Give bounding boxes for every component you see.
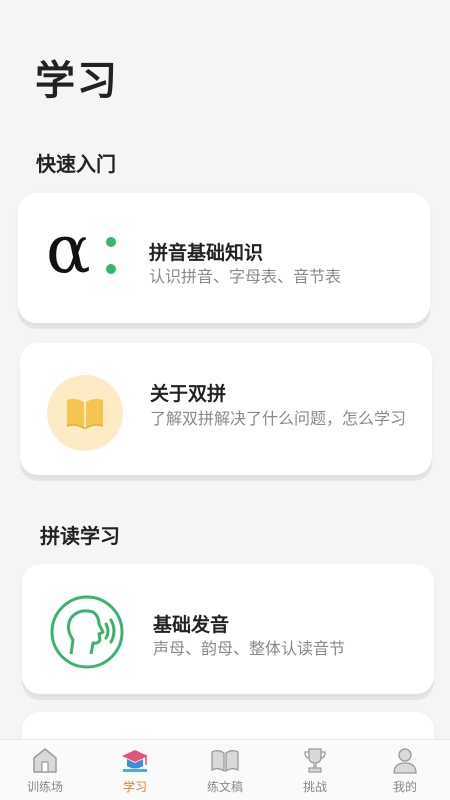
card-desc: 了解双拼解决了什么问题，怎么学习 bbox=[150, 409, 407, 428]
graduation-cap-icon bbox=[120, 745, 150, 775]
bottom-tab-bar: 训练场 学习 练文稿 挑战 我的 bbox=[0, 739, 450, 800]
page-title: 学习 bbox=[35, 58, 119, 104]
user-icon bbox=[390, 745, 420, 775]
card-basic-pronunciation[interactable]: 基础发音 声母、韵母、整体认读音节 bbox=[22, 564, 434, 694]
book-icon bbox=[210, 745, 240, 775]
card-desc: 声母、韵母、整体认读音节 bbox=[153, 639, 346, 658]
tab-label: 练文稿 bbox=[206, 780, 243, 794]
card-desc: 认识拼音、字母表、音节表 bbox=[149, 267, 342, 286]
section-title-quick-start: 快速入门 bbox=[36, 152, 116, 176]
tab-study[interactable]: 学习 bbox=[90, 740, 180, 800]
tab-label: 学习 bbox=[122, 780, 147, 794]
tab-training[interactable]: 训练场 bbox=[0, 740, 90, 800]
alpha-icon: α bbox=[46, 211, 116, 289]
tab-me[interactable]: 我的 bbox=[360, 740, 450, 800]
book-icon bbox=[47, 375, 123, 451]
card-about-shuangpin[interactable]: 关于双拼 了解双拼解决了什么问题，怎么学习 bbox=[20, 343, 432, 475]
card-title: 关于双拼 bbox=[150, 383, 227, 405]
speaking-head-icon bbox=[49, 594, 125, 670]
tab-label: 我的 bbox=[392, 780, 417, 794]
card-title: 基础发音 bbox=[153, 614, 230, 636]
card-pinyin-basics[interactable]: α 拼音基础知识 认识拼音、字母表、音节表 bbox=[18, 193, 430, 323]
trophy-icon bbox=[300, 745, 330, 775]
card-title: 拼音基础知识 bbox=[149, 242, 264, 264]
tab-practice-text[interactable]: 练文稿 bbox=[180, 740, 270, 800]
tab-label: 挑战 bbox=[302, 780, 327, 794]
section-title-spelling: 拼读学习 bbox=[40, 524, 120, 548]
house-icon bbox=[30, 745, 60, 775]
tab-challenge[interactable]: 挑战 bbox=[270, 740, 360, 800]
tab-label: 训练场 bbox=[26, 780, 63, 794]
